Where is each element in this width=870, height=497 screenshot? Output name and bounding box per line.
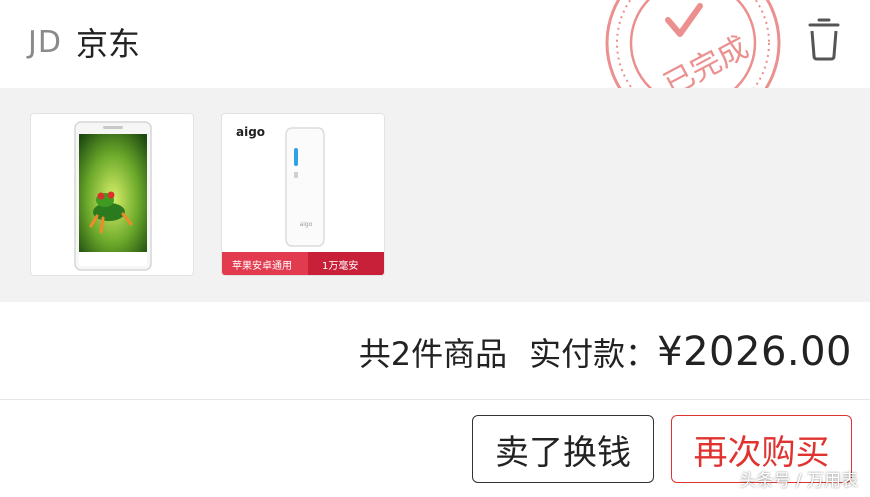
trash-icon[interactable] bbox=[800, 16, 848, 64]
divider bbox=[0, 399, 870, 400]
power-bank-image: aigo aigo 苹果安卓通用 1万毫安 bbox=[222, 125, 384, 275]
product-list: aigo aigo 苹果安卓通用 1万毫安 bbox=[0, 88, 870, 302]
svg-text:aigo: aigo bbox=[300, 221, 313, 228]
banner-left: 苹果安卓通用 bbox=[232, 259, 292, 272]
item-count: 共2件商品 bbox=[358, 335, 508, 373]
total-price: ¥2026.00 bbox=[657, 329, 852, 375]
brand-logo: aigo bbox=[236, 125, 265, 139]
watermark: 头条号 / 万用表 bbox=[739, 471, 858, 491]
product-thumbnail-power-bank[interactable]: aigo aigo 苹果安卓通用 1万毫安 bbox=[221, 113, 385, 276]
shop-logo: JD bbox=[28, 24, 62, 60]
banner-right: 1万毫安 bbox=[322, 259, 358, 272]
product-thumbnail-phone[interactable] bbox=[30, 113, 194, 276]
sell-button[interactable]: 卖了换钱 bbox=[472, 415, 654, 483]
shop-title[interactable]: JD 京东 bbox=[28, 20, 140, 64]
paid-label: 实付款： bbox=[529, 335, 658, 373]
order-header: JD 京东 已完成 bbox=[0, 0, 870, 131]
check-icon bbox=[665, 3, 703, 37]
phone-image bbox=[74, 121, 152, 271]
shop-name: 京东 bbox=[75, 25, 140, 63]
order-summary: 共2件商品 实付款： ¥2026.00 bbox=[359, 324, 852, 380]
